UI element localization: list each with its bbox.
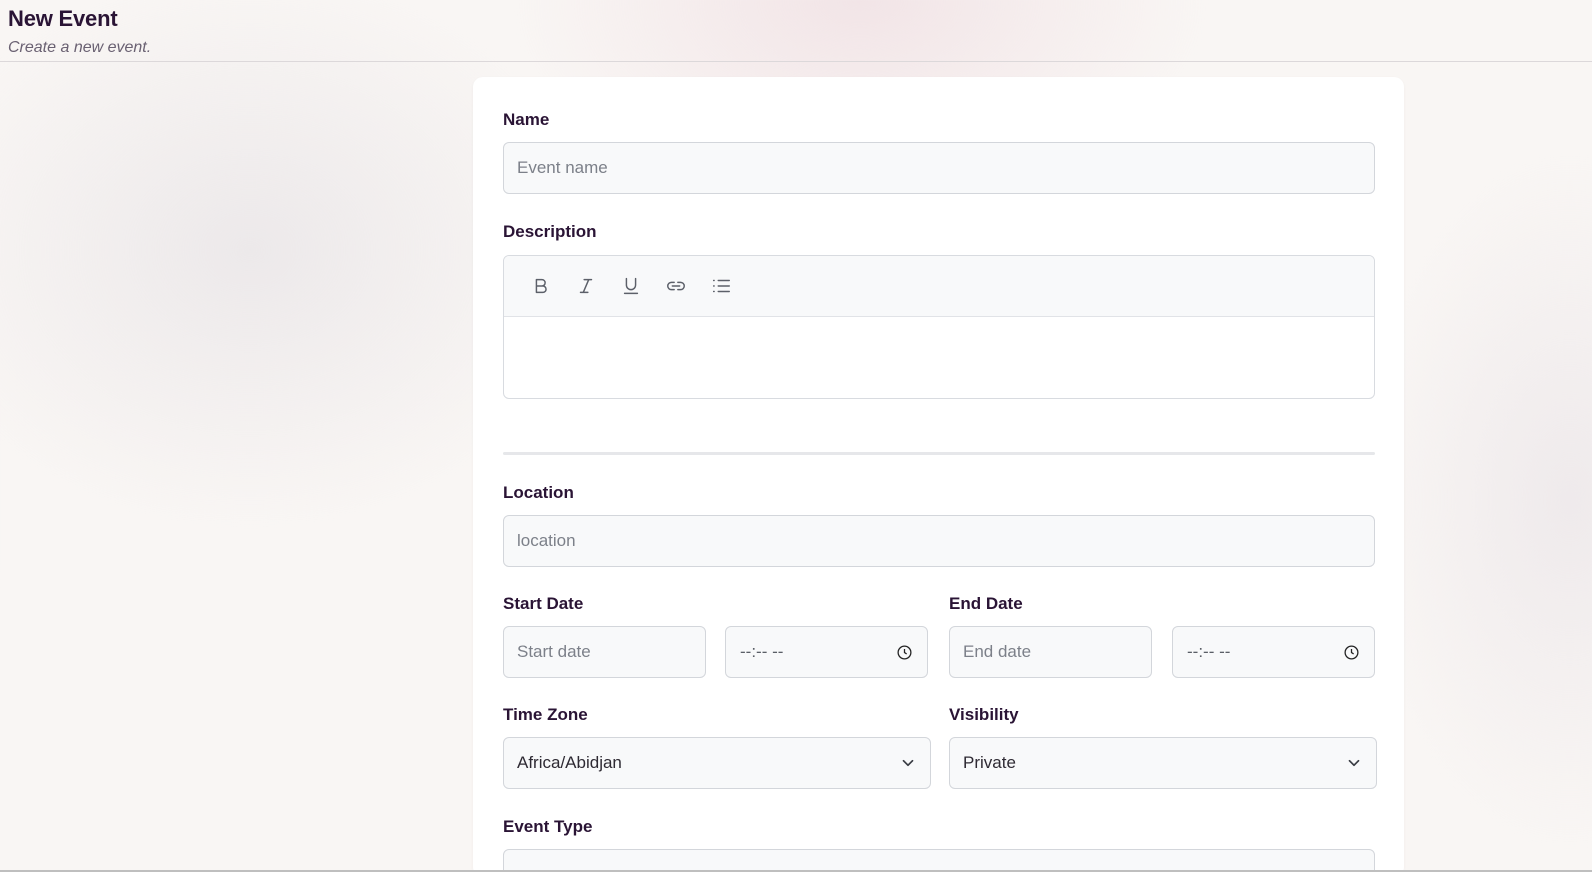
section-divider: [503, 452, 1375, 455]
start-time-value: --:-- --: [740, 642, 784, 661]
italic-icon: [579, 278, 592, 294]
end-date-input[interactable]: [949, 626, 1152, 678]
description-textarea[interactable]: [504, 317, 1374, 398]
description-editor: [503, 255, 1375, 399]
page-subtitle: Create a new event.: [8, 39, 152, 56]
chevron-down-icon: [1348, 759, 1360, 767]
page-title: New Event: [8, 6, 118, 31]
list-button[interactable]: [704, 270, 737, 303]
event-type-label: Event Type: [503, 817, 593, 836]
location-label: Location: [503, 483, 574, 502]
visibility-value: Private: [963, 753, 1016, 772]
link-button[interactable]: [659, 270, 692, 303]
underline-icon: [623, 277, 638, 295]
link-icon: [666, 281, 685, 291]
time-zone-value: Africa/Abidjan: [517, 753, 622, 772]
list-icon: [712, 279, 730, 293]
underline-button[interactable]: [614, 270, 647, 303]
time-zone-select[interactable]: Africa/Abidjan: [503, 737, 931, 789]
clock-icon: [897, 644, 912, 660]
name-label: Name: [503, 110, 550, 129]
end-date-label: End Date: [949, 594, 1023, 613]
clock-icon: [1344, 644, 1359, 660]
event-name-input[interactable]: [503, 142, 1375, 194]
event-type-select[interactable]: [503, 849, 1375, 872]
chevron-down-icon: [902, 759, 914, 767]
editor-toolbar: [504, 256, 1374, 317]
bold-icon: [535, 278, 547, 294]
start-date-input[interactable]: [503, 626, 706, 678]
bold-button[interactable]: [524, 270, 557, 303]
italic-button[interactable]: [569, 270, 602, 303]
end-time-value: --:-- --: [1187, 642, 1231, 661]
start-time-input[interactable]: --:-- --: [725, 626, 928, 678]
description-label: Description: [503, 222, 597, 241]
visibility-label: Visibility: [949, 705, 1019, 724]
page-header: New Event Create a new event.: [0, 0, 1592, 62]
location-input[interactable]: [503, 515, 1375, 567]
event-form-card: Name Description Location Start Date: [473, 77, 1404, 872]
visibility-select[interactable]: Private: [949, 737, 1377, 789]
end-time-input[interactable]: --:-- --: [1172, 626, 1375, 678]
start-date-label: Start Date: [503, 594, 584, 613]
time-zone-label: Time Zone: [503, 705, 588, 724]
